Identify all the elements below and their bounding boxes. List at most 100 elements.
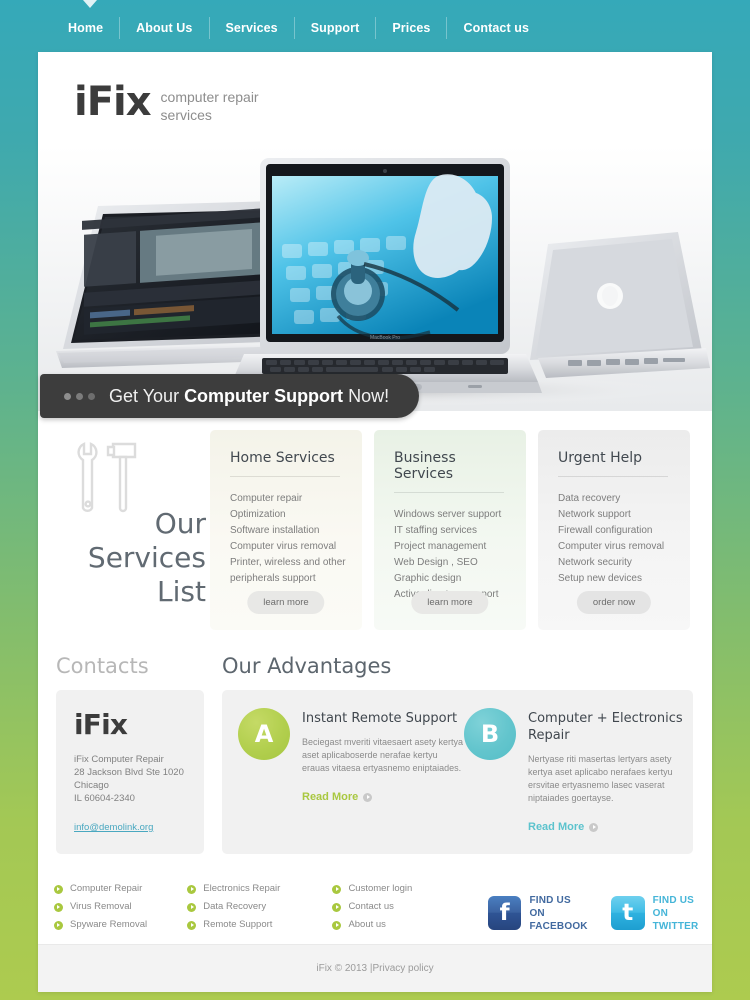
- lower-section: Contacts iFix iFix Computer Repair 28 Ja…: [38, 654, 712, 854]
- twitter-link[interactable]: t FIND US ON TWITTER: [610, 892, 712, 934]
- service-card-list: Windows server support IT staffing servi…: [394, 507, 510, 603]
- list-item: Printer, wireless and other: [230, 557, 346, 568]
- footer-link-customer-login[interactable]: Customer login: [332, 880, 465, 898]
- logo-tagline: computer repair services: [160, 89, 259, 123]
- arrow-bullet-icon: [187, 920, 197, 930]
- arrow-bullet-icon: [332, 884, 342, 894]
- footer-link-electronics-repair[interactable]: Electronics Repair: [187, 880, 332, 898]
- footer-link-about-us[interactable]: About us: [332, 916, 465, 934]
- learn-more-button[interactable]: learn more: [411, 591, 489, 614]
- service-card-title: Home Services: [230, 450, 335, 466]
- list-item: Data recovery: [558, 493, 621, 504]
- hero-image: MacBook Pro: [38, 146, 712, 411]
- service-card-urgent-help[interactable]: Urgent Help Data recovery Network suppor…: [538, 430, 690, 630]
- service-card-title: Urgent Help: [558, 450, 642, 466]
- advantage-title: Computer + Electronics Repair: [528, 711, 683, 743]
- contacts-logo: iFix: [74, 708, 128, 741]
- facebook-label-line2: FACEBOOK: [529, 920, 588, 932]
- arrow-bullet-icon: [54, 920, 63, 930]
- contact-email-link[interactable]: info@demolink.org: [74, 822, 153, 833]
- list-item: Computer virus removal: [230, 541, 337, 552]
- services-heading-block: Our Services List: [38, 430, 210, 630]
- promo-banner: Get Your Computer Support Now!: [40, 374, 420, 418]
- twitter-icon: t: [610, 896, 645, 930]
- logo-wordmark: iFix: [74, 79, 152, 125]
- contacts-column: Contacts iFix iFix Computer Repair 28 Ja…: [56, 654, 222, 854]
- arrow-bullet-icon: [332, 902, 342, 912]
- order-now-button[interactable]: order now: [576, 591, 652, 614]
- contacts-card: iFix iFix Computer Repair 28 Jackson Blv…: [56, 690, 204, 854]
- list-item: Computer repair: [230, 493, 303, 504]
- list-item: Optimization: [230, 509, 286, 520]
- list-item: Network support: [558, 509, 631, 520]
- advantage-title: Instant Remote Support: [302, 711, 458, 726]
- service-card-home-services[interactable]: Home Services Computer repair Optimizati…: [210, 430, 362, 630]
- nav-item-prices[interactable]: Prices: [376, 17, 446, 39]
- service-card-list: Data recovery Network support Firewall c…: [558, 491, 674, 587]
- address-line: iFix Computer Repair: [74, 754, 164, 765]
- footer-column-1: Computer Repair Virus Removal Spyware Re…: [54, 880, 187, 934]
- advantages-column: Our Advantages A Instant Remote Support …: [222, 654, 712, 854]
- learn-more-button[interactable]: learn more: [247, 591, 325, 614]
- advantages-heading: Our Advantages: [222, 654, 392, 678]
- site-logo[interactable]: iFix computer repair services: [74, 82, 291, 124]
- service-card-title: Business Services: [394, 450, 456, 482]
- footer-link-contact-us[interactable]: Contact us: [332, 898, 465, 916]
- list-item: Graphic design: [394, 573, 462, 584]
- copyright-bar: iFix © 2013 | Privacy policy: [38, 944, 712, 992]
- dots-icon: [64, 392, 95, 400]
- arrow-bullet-icon: [187, 884, 197, 894]
- list-item: IT staffing services: [394, 525, 477, 536]
- page-container: iFix computer repair services MacBook Pr…: [38, 52, 712, 992]
- arrow-bullet-icon: [332, 920, 342, 930]
- arrow-bullet-icon: [187, 902, 197, 912]
- footer-links-section: Computer Repair Virus Removal Spyware Re…: [38, 880, 712, 934]
- read-more-link-b[interactable]: Read More: [528, 821, 599, 833]
- advantage-badge-b: B: [464, 708, 516, 760]
- promo-banner-text: Get Your Computer Support Now!: [109, 385, 390, 406]
- facebook-link[interactable]: f FIND US ON FACEBOOK: [487, 892, 589, 934]
- svg-text:MacBook Pro: MacBook Pro: [370, 335, 400, 341]
- service-card-list: Computer repair Optimization Software in…: [230, 491, 346, 587]
- list-item: Firewall configuration: [558, 525, 653, 536]
- list-item: peripherals support: [230, 573, 316, 584]
- advantage-item-a: A Instant Remote Support Beciegast mveri…: [238, 708, 464, 854]
- arrow-circle-icon: [363, 792, 373, 802]
- contacts-address: iFix Computer Repair 28 Jackson Blvd Ste…: [74, 753, 190, 805]
- nav-item-contact-us[interactable]: Contact us: [447, 17, 545, 39]
- services-section: Our Services List Home Services Computer…: [38, 430, 712, 630]
- list-item: Setup new devices: [558, 573, 642, 584]
- service-card-business-services[interactable]: Business Services Windows server support…: [374, 430, 526, 630]
- footer-link-remote-support[interactable]: Remote Support: [187, 916, 332, 934]
- nav-item-home[interactable]: Home: [58, 17, 119, 39]
- arrow-bullet-icon: [54, 902, 63, 912]
- divider: [558, 476, 668, 477]
- list-item: Software installation: [230, 525, 320, 536]
- footer-link-spyware-removal[interactable]: Spyware Removal: [54, 916, 187, 934]
- list-item: Windows server support: [394, 509, 502, 520]
- advantage-item-b: B Computer + Electronics Repair Nertyase…: [464, 708, 690, 854]
- footer-link-computer-repair[interactable]: Computer Repair: [54, 880, 187, 898]
- contacts-heading: Contacts: [56, 654, 149, 678]
- twitter-label-line1: FIND US ON: [652, 894, 695, 919]
- nav-item-services[interactable]: Services: [210, 17, 294, 39]
- advantages-card: A Instant Remote Support Beciegast mveri…: [222, 690, 693, 854]
- address-line: Chicago: [74, 780, 109, 791]
- privacy-policy-link[interactable]: Privacy policy: [372, 963, 433, 974]
- twitter-label-line2: TWITTER: [652, 920, 699, 932]
- footer-link-virus-removal[interactable]: Virus Removal: [54, 898, 187, 916]
- facebook-label-line1: FIND US ON: [529, 894, 571, 919]
- social-links: f FIND US ON FACEBOOK t FIND US ON TWITT…: [487, 880, 712, 934]
- nav-item-about-us[interactable]: About Us: [120, 17, 208, 39]
- address-line: 28 Jackson Blvd Ste 1020: [74, 767, 184, 778]
- footer-link-data-recovery[interactable]: Data Recovery: [187, 898, 332, 916]
- services-cards: Home Services Computer repair Optimizati…: [210, 430, 690, 630]
- arrow-circle-icon: [589, 822, 599, 832]
- divider: [394, 492, 504, 493]
- services-title: Our Services List: [87, 507, 206, 608]
- read-more-link-a[interactable]: Read More: [302, 791, 373, 803]
- nav-item-support[interactable]: Support: [295, 17, 376, 39]
- footer-column-3: Customer login Contact us About us: [332, 880, 465, 934]
- main-navigation[interactable]: Home About Us Services Support Prices Co…: [58, 16, 545, 40]
- top-arrow-indicator: [83, 0, 97, 8]
